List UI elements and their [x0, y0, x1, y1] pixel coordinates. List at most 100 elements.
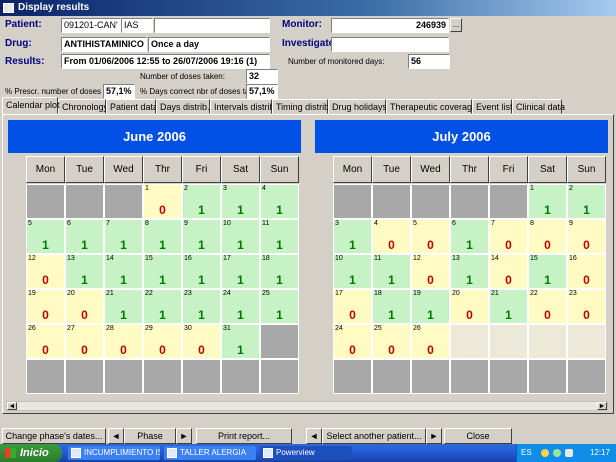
- tab-clinical-data[interactable]: Clinical data: [512, 99, 565, 114]
- taskbar-item-incumplimiento[interactable]: INCUMPLIMIENTO IS...: [68, 446, 160, 460]
- calendar-day-cell[interactable]: 16 0: [567, 254, 606, 289]
- select-another-patient-button[interactable]: Select another patient...: [322, 428, 426, 444]
- calendar-day-cell[interactable]: 12 0: [411, 254, 450, 289]
- calendar-day-cell[interactable]: 13 1: [450, 254, 489, 289]
- tab-timing-distrib[interactable]: Timing distrib.: [272, 99, 332, 114]
- calendar-day-cell[interactable]: 25 0: [372, 324, 411, 359]
- monitor-field[interactable]: 246939: [331, 18, 449, 33]
- calendar-day-cell[interactable]: 23 1: [182, 289, 221, 324]
- taskbar-item-powerview[interactable]: Powerview: [260, 446, 352, 460]
- calendar-day-cell[interactable]: 27 0: [65, 324, 104, 359]
- scroll-left-icon[interactable]: ◄: [7, 402, 17, 410]
- tab-patient-data[interactable]: Patient data: [106, 99, 158, 114]
- taskbar-item-taller-alergia[interactable]: TALLER ALERGIA: [164, 446, 256, 460]
- calendar-day-cell[interactable]: 26 0: [411, 324, 450, 359]
- calendar-day-cell[interactable]: 18 1: [372, 289, 411, 324]
- phase-button[interactable]: Phase: [124, 428, 176, 444]
- calendar-day-cell[interactable]: 24 1: [221, 289, 260, 324]
- calendar-day-cell[interactable]: 12 0: [26, 254, 65, 289]
- doses-count: 1: [120, 238, 127, 252]
- calendar-day-cell[interactable]: 20 0: [450, 289, 489, 324]
- tray-icon[interactable]: [565, 449, 573, 457]
- calendar-day-cell[interactable]: 14 0: [489, 254, 528, 289]
- drug-frequency-field[interactable]: Once a day: [148, 37, 270, 52]
- calendar-day-cell[interactable]: 81: [143, 219, 182, 254]
- calendar-day-cell[interactable]: 17 1: [221, 254, 260, 289]
- calendar-day-cell[interactable]: 21: [567, 184, 606, 219]
- close-button[interactable]: Close: [444, 428, 512, 444]
- tab-calendar-plot[interactable]: Calendar plot: [2, 97, 60, 114]
- calendar-day-cell[interactable]: 26 0: [26, 324, 65, 359]
- calendar-day-cell[interactable]: 13 1: [65, 254, 104, 289]
- calendar-day-cell[interactable]: 28 0: [104, 324, 143, 359]
- calendar-day-cell[interactable]: 11 1: [260, 219, 299, 254]
- doses-count: 1: [583, 203, 590, 217]
- patient-next-button[interactable]: ►: [426, 428, 442, 444]
- calendar-day-cell[interactable]: 15 1: [528, 254, 567, 289]
- scroll-right-icon[interactable]: ►: [597, 402, 607, 410]
- investigator-field[interactable]: [331, 37, 449, 52]
- calendar-day-cell[interactable]: 21 1: [104, 289, 143, 324]
- calendar-day-cell[interactable]: 16 1: [182, 254, 221, 289]
- calendar-day-cell[interactable]: 22 1: [143, 289, 182, 324]
- calendar-month-title: July 2006: [315, 120, 608, 153]
- calendar-day-cell[interactable]: 70: [489, 219, 528, 254]
- calendar-day-cell[interactable]: 10 1: [333, 254, 372, 289]
- calendar-day-cell[interactable]: 91: [182, 219, 221, 254]
- calendar-day-cell[interactable]: 10: [143, 184, 182, 219]
- calendar-day-cell[interactable]: 21 1: [489, 289, 528, 324]
- patient-previous-button[interactable]: ◄: [306, 428, 322, 444]
- patient-id-field[interactable]: 091201-CAN': [61, 18, 121, 33]
- window-title-bar[interactable]: Display results: [0, 0, 616, 16]
- calendar-day-cell[interactable]: 24 0: [333, 324, 372, 359]
- calendar-day-cell[interactable]: 61: [65, 219, 104, 254]
- calendar-day-cell[interactable]: 25 1: [260, 289, 299, 324]
- tab-days-distrib[interactable]: Days distrib.: [156, 99, 210, 114]
- drug-field[interactable]: ANTIHISTAMINICO: [61, 37, 147, 52]
- calendar-day-cell[interactable]: 23 0: [567, 289, 606, 324]
- calendar-day-cell[interactable]: 19 0: [26, 289, 65, 324]
- calendar-day-cell[interactable]: 41: [260, 184, 299, 219]
- calendar-day-cell[interactable]: 50: [411, 219, 450, 254]
- calendar-day-cell[interactable]: 14 1: [104, 254, 143, 289]
- change-phase-dates-button[interactable]: Change phase's dates...: [2, 428, 106, 444]
- calendar-day-cell[interactable]: 17 0: [333, 289, 372, 324]
- calendar-day-cell[interactable]: 31: [333, 219, 372, 254]
- calendar-day-cell[interactable]: 18 1: [260, 254, 299, 289]
- calendar-day-cell[interactable]: 51: [26, 219, 65, 254]
- tab-therapeutic-coverage[interactable]: Therapeutic coverage: [386, 99, 477, 114]
- calendar-day-cell[interactable]: 29 0: [143, 324, 182, 359]
- calendar-day-cell[interactable]: 71: [104, 219, 143, 254]
- tab-intervals-distrib[interactable]: Intervals distrib.: [210, 99, 277, 114]
- calendar-day-cell[interactable]: 90: [567, 219, 606, 254]
- calendar-day-cell[interactable]: 20 0: [65, 289, 104, 324]
- calendar-day-cell[interactable]: 80: [528, 219, 567, 254]
- tray-icon[interactable]: [541, 449, 549, 457]
- calendar-day-cell[interactable]: 31: [221, 184, 260, 219]
- calendar-day-cell[interactable]: 11 1: [372, 254, 411, 289]
- tray-icon[interactable]: [553, 449, 561, 457]
- calendar-day-cell[interactable]: 40: [372, 219, 411, 254]
- calendar-day-cell[interactable]: 11: [528, 184, 567, 219]
- phase-previous-button[interactable]: ◄: [108, 428, 124, 444]
- calendar-day-cell[interactable]: 15 1: [143, 254, 182, 289]
- calendar-day-cell[interactable]: 10 1: [221, 219, 260, 254]
- day-number: 3: [223, 185, 227, 192]
- calendar-day-cell[interactable]: 61: [450, 219, 489, 254]
- calendar-day-cell[interactable]: 21: [182, 184, 221, 219]
- calendar-day-cell[interactable]: 22 0: [528, 289, 567, 324]
- tab-drug-holidays[interactable]: Drug holidays: [328, 99, 387, 114]
- phase-next-button[interactable]: ►: [176, 428, 192, 444]
- monitor-browse-button[interactable]: ...: [450, 18, 462, 32]
- horizontal-scrollbar[interactable]: ◄ ►: [6, 401, 608, 411]
- tab-chronology[interactable]: Chronology: [58, 99, 108, 114]
- calendar-day-cell[interactable]: 30 0: [182, 324, 221, 359]
- print-report-button[interactable]: Print report...: [196, 428, 292, 444]
- patient-extra-field[interactable]: [154, 18, 270, 33]
- tab-event-list[interactable]: Event list: [472, 99, 513, 114]
- calendar-day-cell[interactable]: 31 1: [221, 324, 260, 359]
- calendar-day-cell[interactable]: 19 1: [411, 289, 450, 324]
- start-button[interactable]: Inicio: [0, 444, 62, 462]
- language-indicator[interactable]: ES: [521, 444, 532, 462]
- patient-code-field[interactable]: IAS: [121, 18, 153, 33]
